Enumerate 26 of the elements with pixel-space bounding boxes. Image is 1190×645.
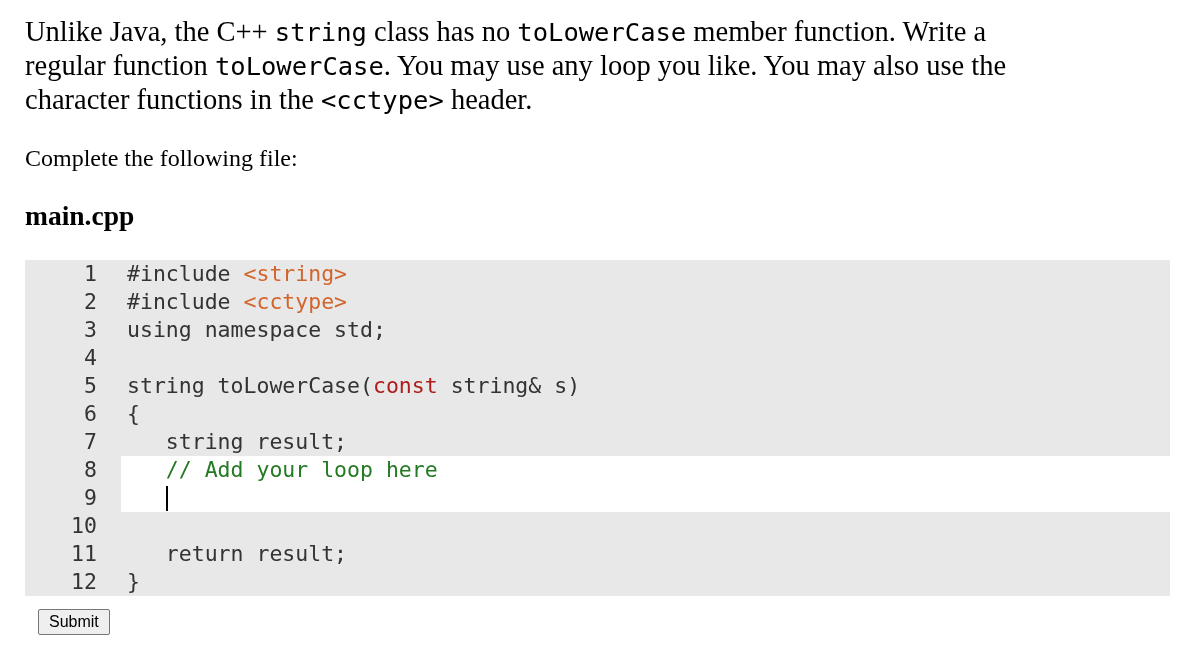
line-number: 7 [84, 429, 97, 455]
code-line: } [127, 569, 140, 595]
line-number: 5 [84, 373, 97, 399]
file-name-heading: main.cpp [25, 200, 135, 232]
code-line: { [127, 401, 140, 427]
code-line: #include <cctype> [127, 289, 348, 315]
code-line: // Add your loop here [164, 457, 438, 483]
code-line: using namespace std; [127, 317, 386, 343]
line-number: 8 [84, 457, 97, 483]
instructions-paragraph: Unlike Java, the C++ string class has no toLowerCase member function. Write a regular function toLowerCase. You may use any loop you like. You may also use the character functions in the <cctype> header. [25, 15, 1008, 117]
line-number: 3 [84, 317, 97, 343]
code-line: #include <string> [127, 261, 348, 287]
code-line: string toLowerCase(const string& s) [127, 373, 581, 399]
line-number: 6 [84, 401, 97, 427]
line-number: 1 [84, 261, 97, 287]
line-number: 11 [71, 541, 97, 567]
code-line: return result; [164, 541, 348, 567]
line-number: 9 [84, 485, 97, 511]
line-number: 12 [71, 569, 97, 595]
code-input-field[interactable]: // Add your loop here [121, 456, 1170, 512]
submit-button[interactable]: Submit [38, 609, 110, 635]
line-number: 10 [71, 513, 97, 539]
line-number: 2 [84, 289, 97, 315]
line-number: 4 [84, 345, 97, 371]
code-line: string result; [164, 429, 348, 455]
instruction-text: Complete the following file: [25, 144, 298, 172]
